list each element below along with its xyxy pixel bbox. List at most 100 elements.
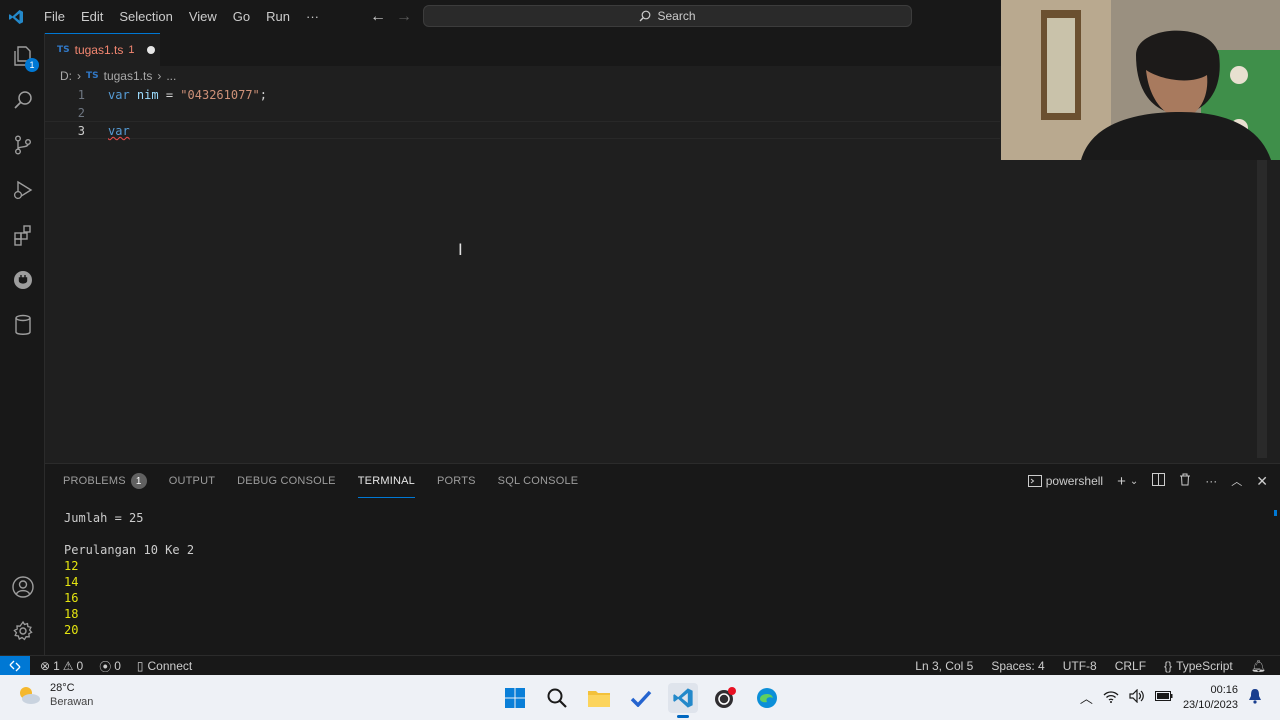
tab-label: DEBUG CONSOLE	[237, 475, 336, 487]
menu-bar: File Edit Selection View Go Run ···	[36, 0, 327, 33]
edge-browser-icon[interactable]	[752, 683, 782, 713]
menu-run[interactable]: Run	[258, 0, 298, 33]
breadcrumb: D: › TS tugas1.ts › ...	[60, 68, 176, 84]
error-icon: ⊗	[40, 659, 51, 673]
menu-selection[interactable]: Selection	[111, 0, 180, 33]
new-terminal-plus-icon[interactable]: +	[1117, 473, 1126, 490]
back-arrow-icon[interactable]: ←	[370, 8, 386, 26]
language-mode[interactable]: {} TypeScript	[1164, 659, 1233, 673]
keyword: var	[108, 88, 130, 102]
connect-status[interactable]: ▯ Connect	[137, 659, 192, 673]
weather-widget[interactable]: 28°C Berawan	[16, 681, 93, 709]
tab-tugas1-ts[interactable]: TS tugas1.ts 1	[45, 33, 160, 66]
tab-ports[interactable]: PORTS	[437, 464, 476, 498]
run-debug-icon[interactable]	[0, 170, 45, 210]
menu-more[interactable]: ···	[298, 0, 327, 33]
windows-start-icon[interactable]	[500, 683, 530, 713]
line-number: 3	[77, 124, 85, 138]
breadcrumb-file[interactable]: tugas1.ts	[104, 69, 153, 83]
terminal-line: ------------------	[64, 639, 195, 646]
line-number: 1	[77, 88, 85, 102]
close-icon[interactable]: ✕	[1256, 473, 1268, 490]
tab-sql-console[interactable]: SQL CONSOLE	[498, 464, 579, 498]
notification-bell-icon[interactable]	[1248, 688, 1262, 707]
notifications-bell-icon[interactable]: 🔔︎	[1251, 659, 1266, 673]
menu-edit[interactable]: Edit	[73, 0, 111, 33]
problems-status[interactable]: ⊗ 1 ⚠ 0	[40, 659, 83, 673]
ports-status[interactable]: ⦿ 0	[99, 658, 121, 675]
extensions-icon[interactable]	[0, 215, 45, 255]
breadcrumb-drive[interactable]: D:	[60, 69, 72, 83]
search-icon[interactable]	[542, 683, 572, 713]
text-cursor-icon: I	[458, 240, 463, 259]
terminal-scrollbar[interactable]	[1274, 510, 1277, 516]
database-icon[interactable]	[0, 305, 45, 345]
remote-explorer-icon[interactable]	[0, 260, 45, 300]
wifi-icon[interactable]	[1103, 690, 1119, 706]
volume-icon[interactable]	[1129, 688, 1145, 706]
menu-file[interactable]: File	[36, 0, 73, 33]
encoding[interactable]: UTF-8	[1063, 659, 1097, 673]
vscode-logo-icon	[0, 0, 32, 33]
cloudy-weather-icon	[20, 687, 40, 704]
maximize-panel-chevron-up-icon[interactable]: ︿	[1231, 473, 1242, 489]
chevron-right-icon: ›	[157, 69, 162, 83]
split-terminal-icon[interactable]	[1152, 473, 1166, 489]
temperature: 28°C	[50, 682, 75, 694]
code-line: 2	[45, 104, 1000, 122]
source-control-icon[interactable]	[0, 125, 45, 165]
command-center-search[interactable]: Search	[423, 5, 912, 27]
semicolon: ;	[259, 88, 268, 102]
forward-arrow-icon[interactable]: →	[396, 8, 412, 26]
tab-label: TERMINAL	[357, 474, 415, 487]
menu-view[interactable]: View	[181, 0, 225, 33]
tab-problems[interactable]: PROBLEMS 1	[63, 464, 147, 498]
code-text: var	[108, 122, 130, 140]
keyword: var	[108, 124, 130, 138]
chevron-up-icon[interactable]: ︿	[1080, 688, 1093, 707]
tab-debug-console[interactable]: DEBUG CONSOLE	[237, 464, 336, 498]
terminal-line: 16	[64, 591, 79, 605]
chevron-down-icon[interactable]: ⌄	[1130, 476, 1138, 487]
search-label: Search	[657, 9, 696, 23]
warning-icon: ⚠	[62, 659, 74, 673]
tab-terminal[interactable]: TERMINAL	[357, 464, 415, 498]
account-icon[interactable]	[0, 567, 45, 607]
breadcrumb-more[interactable]: ...	[166, 69, 176, 83]
vscode-taskbar-icon[interactable]	[668, 682, 698, 718]
cursor-position[interactable]: Ln 3, Col 5	[915, 659, 973, 673]
string-literal: "043261077"	[180, 88, 260, 102]
menu-go[interactable]: Go	[225, 0, 258, 33]
terminal-icon	[1027, 475, 1042, 487]
todo-checkmark-icon[interactable]	[626, 683, 656, 713]
status-left: ⊗ 1 ⚠ 0 ⦿ 0 ▯ Connect	[40, 656, 192, 676]
terminal-output[interactable]: Jumlah = 25 Perulangan 10 Ke 2 12 14 16 …	[64, 510, 194, 646]
search-icon[interactable]	[0, 80, 45, 120]
file-explorer-icon[interactable]	[584, 683, 614, 713]
line-ending[interactable]: CRLF	[1115, 659, 1146, 673]
error-count: 1	[53, 659, 60, 673]
remote-indicator-icon[interactable]	[0, 656, 30, 676]
tab-output[interactable]: OUTPUT	[169, 464, 215, 498]
obs-recording-icon[interactable]	[710, 683, 740, 713]
clock[interactable]: 00:16 23/10/2023	[1183, 683, 1238, 713]
trash-icon[interactable]	[1179, 473, 1191, 489]
unsaved-dot-icon[interactable]	[147, 46, 156, 54]
panel-actions: powershell + ⌄ ··· ︿ ✕	[1027, 464, 1268, 498]
weather-text: 28°C Berawan	[50, 681, 93, 709]
more-actions-icon[interactable]: ···	[1205, 474, 1217, 488]
braces-icon: {}	[1164, 659, 1173, 673]
weather-condition: Berawan	[50, 696, 94, 708]
connect-label: Connect	[147, 659, 193, 673]
terminal-line: Jumlah = 25	[64, 511, 144, 525]
warning-count: 0	[76, 659, 84, 673]
status-right: Ln 3, Col 5 Spaces: 4 UTF-8 CRLF {} Type…	[915, 656, 1266, 676]
gear-icon[interactable]	[0, 611, 45, 651]
explorer-icon[interactable]: 1	[0, 36, 45, 76]
bottom-panel: PROBLEMS 1 OUTPUT DEBUG CONSOLE TERMINAL…	[45, 463, 1280, 655]
terminal-shell-selector[interactable]: powershell	[1027, 474, 1103, 488]
battery-icon[interactable]	[1154, 690, 1173, 705]
editor-scrollbar[interactable]	[1257, 158, 1267, 458]
indentation[interactable]: Spaces: 4	[991, 659, 1044, 673]
